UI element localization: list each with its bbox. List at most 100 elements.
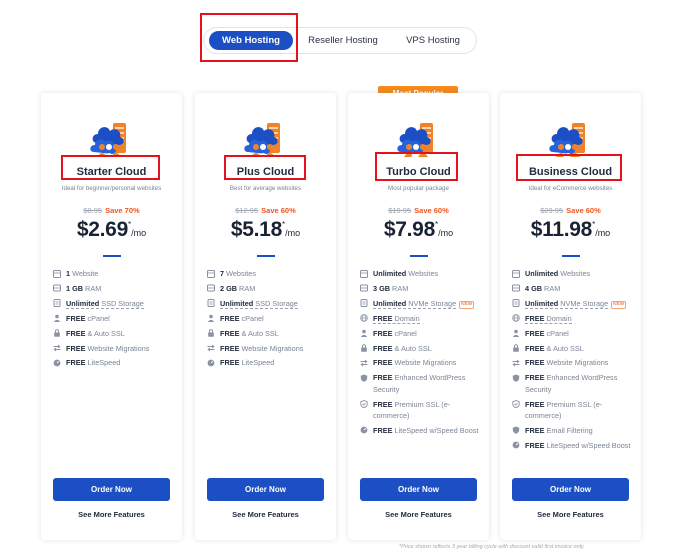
- plan-name: Starter Cloud: [76, 166, 147, 178]
- feature-item: 7 Websites: [207, 268, 333, 279]
- plan-card: Plus Cloud Best for average websites $12.9…: [195, 93, 336, 540]
- price-divider: [562, 255, 580, 257]
- feature-label: Website Migrations: [392, 358, 457, 368]
- cloud-server-icon: [396, 117, 440, 159]
- old-price-row: $29.95 Save 60%: [500, 206, 641, 215]
- price-amount: $2.69: [76, 218, 128, 241]
- price: $7.98*/mo: [348, 218, 489, 242]
- feature-highlight: FREE: [525, 343, 545, 353]
- feature-highlight: FREE: [66, 358, 86, 368]
- feature-label: cPanel: [239, 313, 264, 323]
- feature-text: 1 Website: [66, 268, 98, 279]
- feature-item: Unlimited SSD Storage: [207, 298, 333, 309]
- feature-label: & Auto SSL: [239, 328, 279, 338]
- feature-item: FREE Premium SSL (e-commerce): [360, 399, 486, 422]
- feature-text: FREE Website Migrations: [373, 357, 456, 368]
- feature-item: 4 GB RAM: [512, 283, 638, 294]
- tab-web-hosting[interactable]: Web Hosting: [209, 31, 293, 50]
- feature-item: 2 GB RAM: [207, 283, 333, 294]
- price-amount: $7.98: [383, 218, 435, 241]
- feature-highlight: FREE: [220, 328, 240, 338]
- price-amount: $5.18: [230, 218, 282, 241]
- see-more-features-link[interactable]: See More Features: [500, 510, 641, 519]
- feature-item: FREE Website Migrations: [360, 357, 486, 368]
- feature-highlight: FREE: [525, 313, 545, 323]
- feature-item: FREE Website Migrations: [207, 343, 333, 354]
- globe-icon: [360, 268, 368, 279]
- migrate-icon: [360, 357, 368, 368]
- order-now-button[interactable]: Order Now: [360, 478, 477, 501]
- price-divider: [257, 255, 275, 257]
- filter-icon: [512, 425, 520, 436]
- feature-label: & Auto SSL: [544, 343, 584, 353]
- lock-icon: [207, 328, 215, 339]
- feature-highlight: FREE: [66, 328, 86, 338]
- price: $5.18*/mo: [195, 218, 336, 242]
- globe-icon: [207, 268, 215, 279]
- user-icon: [207, 313, 215, 324]
- feature-text: 7 Websites: [220, 268, 256, 279]
- globe-icon: [512, 268, 520, 279]
- speed-icon: [360, 425, 368, 436]
- price: $11.98*/mo: [500, 218, 641, 242]
- feature-label: LiteSpeed: [239, 358, 275, 368]
- feature-label: Website: [70, 269, 99, 278]
- feature-highlight: FREE: [525, 425, 545, 435]
- feature-label: LiteSpeed w/Speed Boost: [544, 440, 631, 450]
- feature-item: FREE & Auto SSL: [53, 328, 179, 339]
- feature-item: 1 GB RAM: [53, 283, 179, 294]
- user-icon: [360, 328, 368, 339]
- feature-highlight: Unlimited: [66, 298, 100, 308]
- feature-label: LiteSpeed: [85, 358, 121, 368]
- see-more-features-link[interactable]: See More Features: [348, 510, 489, 519]
- speed-icon: [53, 357, 61, 368]
- feature-text: FREE Premium SSL (e-commerce): [525, 399, 638, 422]
- original-price: $19.95: [388, 206, 412, 215]
- feature-item: FREE Domain: [360, 313, 486, 324]
- feature-item: Unlimited NVMe Storage NEW: [512, 298, 638, 309]
- price-period: /mo: [595, 228, 611, 238]
- price-divider: [103, 255, 121, 257]
- feature-label: Domain: [392, 313, 420, 323]
- feature-text: FREE & Auto SSL: [66, 328, 125, 339]
- order-now-button[interactable]: Order Now: [512, 478, 629, 501]
- cloud-server-icon: [243, 117, 287, 159]
- price-asterisk: *: [281, 220, 286, 229]
- feature-text: FREE Domain: [373, 313, 420, 324]
- plan-name: Plus Cloud: [236, 166, 295, 178]
- feature-text: FREE Website Migrations: [525, 357, 608, 368]
- feature-item: FREE Website Migrations: [53, 343, 179, 354]
- feature-list: Unlimited Websites 4 GB RAM Unlimited NVMe…: [512, 268, 638, 455]
- user-icon: [512, 328, 520, 339]
- feature-highlight: FREE: [373, 425, 393, 435]
- price: $2.69*/mo: [41, 218, 182, 242]
- feature-text: 1 GB RAM: [66, 283, 101, 294]
- feature-text: FREE Domain: [525, 313, 572, 324]
- price-period: /mo: [131, 228, 147, 238]
- feature-label: SSD Storage: [253, 298, 298, 308]
- plan-card: Business Cloud Ideal for eCommerce websit…: [500, 93, 641, 540]
- see-more-features-link[interactable]: See More Features: [41, 510, 182, 519]
- feature-text: FREE & Auto SSL: [525, 343, 584, 354]
- feature-label: RAM: [83, 283, 102, 293]
- feature-highlight: FREE: [525, 328, 545, 338]
- save-percent: Save 70%: [105, 206, 140, 215]
- feature-item: Unlimited SSD Storage: [53, 298, 179, 309]
- feature-label: NVMe Storage: [558, 298, 609, 308]
- order-now-button[interactable]: Order Now: [53, 478, 170, 501]
- feature-highlight: FREE: [220, 343, 240, 353]
- ssl-icon: [512, 399, 520, 410]
- new-tag: NEW: [611, 300, 627, 309]
- order-now-button[interactable]: Order Now: [207, 478, 324, 501]
- tab-reseller-hosting[interactable]: Reseller Hosting: [299, 31, 387, 50]
- plan-name: Business Cloud: [528, 166, 613, 178]
- feature-label: Website Migrations: [85, 343, 150, 353]
- see-more-features-link[interactable]: See More Features: [195, 510, 336, 519]
- storage-icon: [53, 298, 61, 309]
- plan-name: Turbo Cloud: [386, 166, 451, 178]
- feature-item: FREE Website Migrations: [512, 357, 638, 368]
- feature-item: FREE cPanel: [360, 328, 486, 339]
- old-price-row: $8.95 Save 70%: [41, 206, 182, 215]
- tab-vps-hosting[interactable]: VPS Hosting: [394, 31, 472, 50]
- save-percent: Save 60%: [566, 206, 601, 215]
